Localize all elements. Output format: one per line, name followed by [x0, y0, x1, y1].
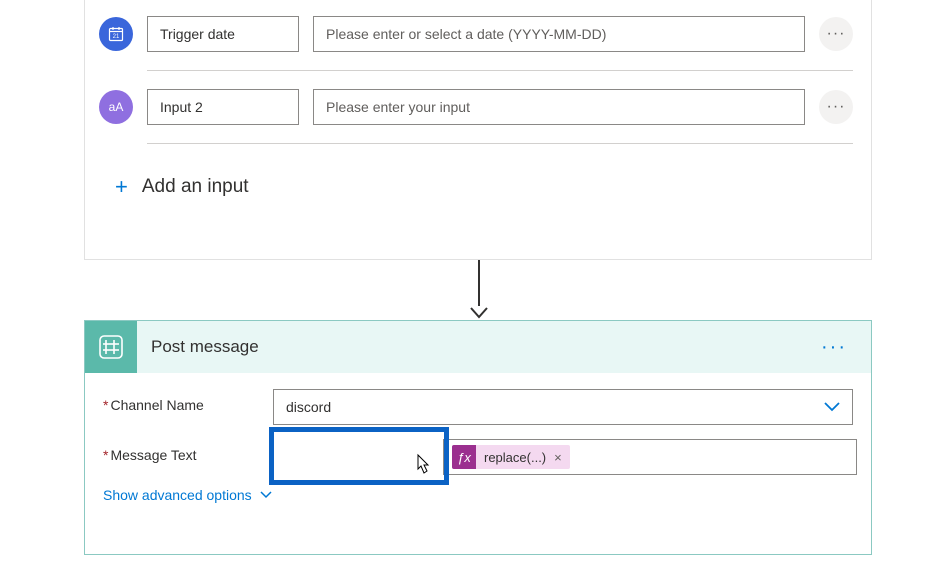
text-icon: aA — [99, 90, 133, 124]
action-body: *Channel Name discord *Message Text ƒx — [85, 373, 871, 513]
action-title: Post message — [151, 337, 799, 357]
add-input-button[interactable]: + Add an input — [85, 152, 871, 210]
param-name-box[interactable]: Input 2 — [147, 89, 299, 125]
param-name-box[interactable]: Trigger date — [147, 16, 299, 52]
trigger-row-date: 21 Trigger date Please enter or select a… — [85, 6, 871, 62]
row-more-button[interactable]: ··· — [819, 17, 853, 51]
action-card: Post message ··· *Channel Name discord *… — [84, 320, 872, 555]
add-input-label: Add an input — [142, 176, 249, 198]
row-more-button[interactable]: ··· — [819, 90, 853, 124]
field-label-message: *Message Text — [103, 439, 273, 463]
flow-arrow — [467, 260, 491, 320]
divider — [147, 143, 853, 144]
channel-select[interactable]: discord — [273, 389, 853, 425]
param-placeholder: Please enter or select a date (YYYY-MM-D… — [326, 26, 606, 42]
chevron-down-icon — [260, 488, 272, 502]
param-name-text: Input 2 — [160, 99, 203, 115]
calendar-icon: 21 — [99, 17, 133, 51]
trigger-row-input2: aA Input 2 Please enter your input ··· — [85, 79, 871, 135]
slack-hash-icon — [85, 321, 137, 373]
param-name-text: Trigger date — [160, 26, 235, 42]
field-row-channel: *Channel Name discord — [103, 389, 853, 425]
remove-pill-icon[interactable]: × — [554, 450, 570, 465]
field-label-channel: *Channel Name — [103, 389, 273, 413]
divider — [147, 70, 853, 71]
message-text-input[interactable]: ƒx replace(...) × — [443, 439, 857, 475]
param-placeholder: Please enter your input — [326, 99, 470, 115]
action-more-button[interactable]: ··· — [813, 332, 855, 363]
trigger-card: 21 Trigger date Please enter or select a… — [84, 0, 872, 260]
channel-value: discord — [286, 399, 331, 415]
arrow-down-icon — [469, 306, 489, 320]
param-value-box[interactable]: Please enter or select a date (YYYY-MM-D… — [313, 16, 805, 52]
fx-text: replace(...) — [476, 450, 554, 465]
show-advanced-label: Show advanced options — [103, 487, 252, 503]
plus-icon: + — [115, 174, 128, 200]
param-value-box[interactable]: Please enter your input — [313, 89, 805, 125]
action-header[interactable]: Post message ··· — [85, 321, 871, 373]
expression-pill[interactable]: ƒx replace(...) × — [452, 445, 570, 469]
svg-text:21: 21 — [113, 34, 120, 40]
fx-icon: ƒx — [452, 445, 476, 469]
field-row-message: *Message Text ƒx replace(...) × — [103, 439, 853, 463]
show-advanced-toggle[interactable]: Show advanced options — [103, 477, 853, 503]
chevron-down-icon — [824, 399, 840, 415]
